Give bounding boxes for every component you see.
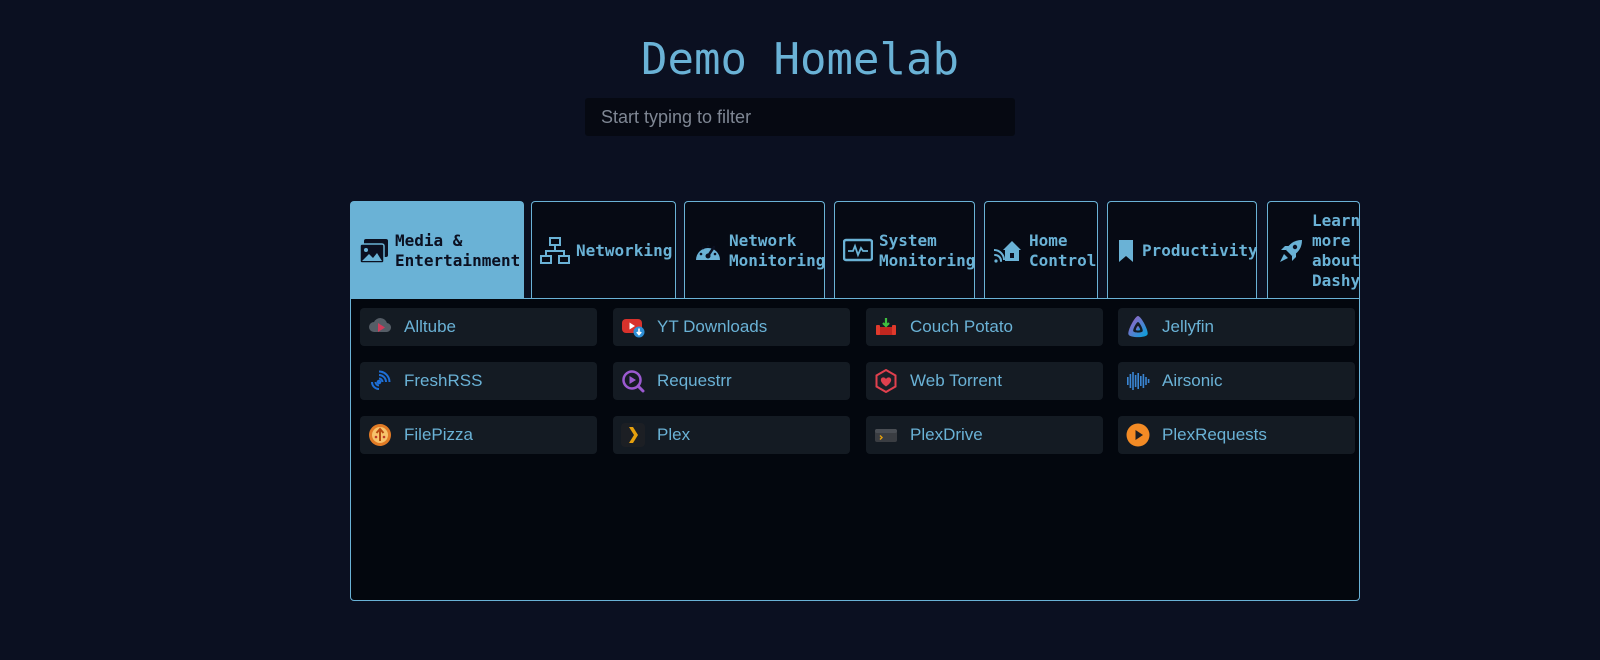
tab-networking[interactable]: Networking (531, 201, 676, 299)
alltube-icon (368, 315, 392, 339)
tab-label: System Monitoring (879, 230, 976, 270)
airsonic-icon (1126, 369, 1150, 393)
item-label: PlexRequests (1162, 425, 1267, 444)
item-label: YT Downloads (657, 317, 768, 336)
webtorrent-icon (874, 369, 898, 393)
item-label: Requestrr (657, 371, 732, 390)
item-airsonic[interactable]: Airsonic (1118, 362, 1355, 400)
search-input[interactable] (585, 98, 1015, 136)
tab-network-monitoring[interactable]: Network Monitoring (684, 201, 825, 299)
tab-productivity[interactable]: Productivity (1107, 201, 1258, 299)
item-plex[interactable]: Plex (613, 416, 850, 454)
plexrequests-icon (1126, 423, 1150, 447)
monitor-waveform-icon (843, 236, 873, 266)
page-title: Demo Homelab (641, 34, 959, 85)
tab-media-entertainment[interactable]: Media & Entertainment (350, 201, 524, 299)
network-icon (540, 236, 570, 266)
item-label: Airsonic (1162, 371, 1223, 390)
plexdrive-icon (874, 423, 898, 447)
item-freshrss[interactable]: FreshRSS (360, 362, 597, 400)
item-label: FilePizza (404, 425, 473, 444)
tab-label: Learn more about Dashy (1312, 210, 1361, 290)
tab-learn-more[interactable]: Learn more about Dashy (1267, 201, 1360, 299)
item-label: FreshRSS (404, 371, 483, 390)
item-yt-downloads[interactable]: YT Downloads (613, 308, 850, 346)
item-requestrr[interactable]: Requestrr (613, 362, 850, 400)
item-plexrequests[interactable]: PlexRequests (1118, 416, 1355, 454)
item-label: Alltube (404, 317, 456, 336)
item-label: Couch Potato (910, 317, 1014, 336)
item-label: Web Torrent (910, 371, 1002, 390)
smart-home-icon (993, 236, 1023, 266)
jellyfin-icon (1126, 315, 1150, 339)
youtube-download-icon (621, 315, 645, 339)
bookmark-icon (1116, 236, 1136, 266)
filepizza-icon (368, 423, 392, 447)
item-alltube[interactable]: Alltube (360, 308, 597, 346)
gauge-icon (693, 236, 723, 266)
item-label: Plex (657, 425, 691, 444)
item-jellyfin[interactable]: Jellyfin (1118, 308, 1355, 346)
tab-label: Home Control (1029, 230, 1097, 270)
item-plexdrive[interactable]: PlexDrive (866, 416, 1103, 454)
tab-label: Media & Entertainment (395, 230, 521, 270)
tab-label: Productivity (1142, 240, 1258, 260)
freshrss-icon (368, 369, 392, 393)
tab-label: Networking (576, 240, 673, 260)
item-label: Jellyfin (1162, 317, 1214, 336)
dashboard-page: Demo Homelab Media & Entertainment (0, 0, 1600, 660)
item-couch-potato[interactable]: Couch Potato (866, 308, 1103, 346)
rocket-icon (1276, 236, 1306, 266)
item-filepizza[interactable]: FilePizza (360, 416, 597, 454)
couch-potato-icon (874, 315, 898, 339)
item-label: PlexDrive (910, 425, 983, 444)
tab-system-monitoring[interactable]: System Monitoring (834, 201, 975, 299)
tab-label: Network Monitoring (729, 230, 826, 270)
tab-home-control[interactable]: Home Control (984, 201, 1098, 299)
photo-film-icon (359, 236, 389, 266)
plex-icon (621, 423, 645, 447)
requestrr-icon (621, 369, 645, 393)
items-panel: Alltube YT Downloads Couch Potato Jellyf… (350, 298, 1360, 601)
item-web-torrent[interactable]: Web Torrent (866, 362, 1103, 400)
